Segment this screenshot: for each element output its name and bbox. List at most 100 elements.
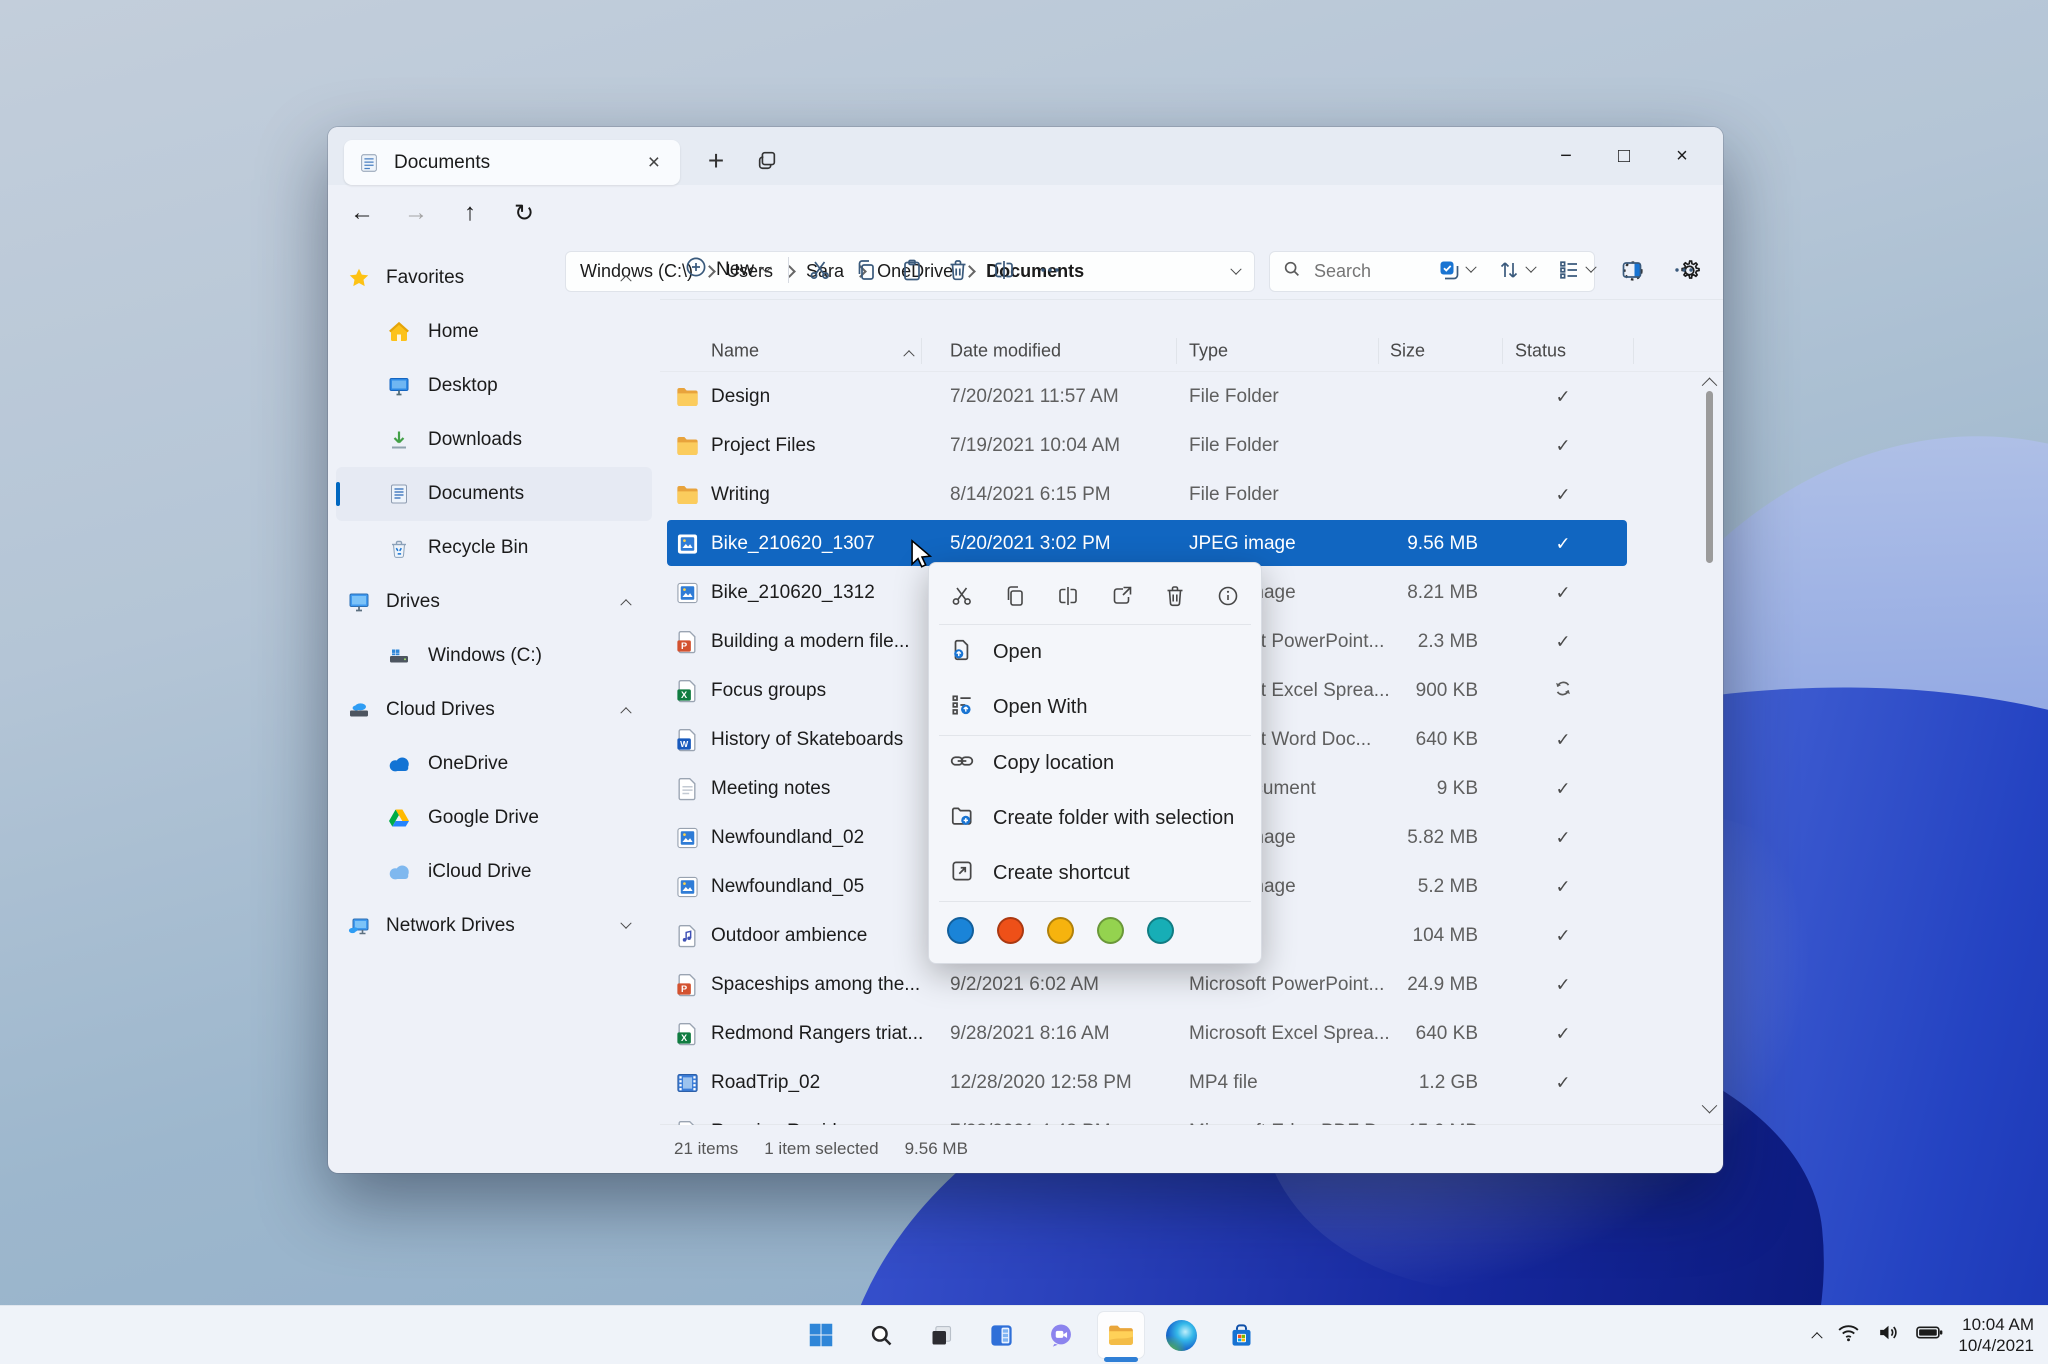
delete-button[interactable] bbox=[935, 248, 981, 292]
sidebar-section-network-drives[interactable]: Network Drives bbox=[336, 899, 652, 953]
rename-icon[interactable] bbox=[1045, 574, 1091, 618]
menu-item-create-folder[interactable]: Create folder with selection bbox=[929, 791, 1261, 846]
search-taskbar-icon[interactable] bbox=[858, 1312, 904, 1358]
file-row[interactable]: X Redmond Rangers triat... 9/28/2021 8:1… bbox=[660, 1009, 1723, 1058]
file-row[interactable]: Project Files 7/19/2021 10:04 AM File Fo… bbox=[660, 421, 1723, 470]
sidebar-section-favorites[interactable]: Favorites bbox=[336, 251, 652, 305]
more-options-icon[interactable] bbox=[1661, 248, 1707, 292]
up-icon[interactable]: ↑ bbox=[448, 193, 492, 233]
sidebar-item-desktop[interactable]: Desktop bbox=[336, 359, 652, 413]
new-tab-button[interactable]: + bbox=[696, 145, 736, 177]
file-row[interactable]: RoadTrip_02 12/28/2020 12:58 PM MP4 file… bbox=[660, 1058, 1723, 1107]
sidebar-section-drives[interactable]: Drives bbox=[336, 575, 652, 629]
minimize-button[interactable]: − bbox=[1537, 133, 1595, 179]
paste-button[interactable] bbox=[889, 248, 935, 292]
start-button[interactable] bbox=[798, 1312, 844, 1358]
column-divider[interactable] bbox=[1176, 338, 1177, 364]
column-header-type[interactable]: Type bbox=[1189, 341, 1228, 362]
file-size: 8.21 MB bbox=[1300, 582, 1478, 604]
rename-button[interactable] bbox=[981, 248, 1027, 292]
tab-list-icon[interactable] bbox=[756, 149, 778, 176]
file-type: File Folder bbox=[1189, 484, 1279, 506]
sidebar-item-home[interactable]: Home bbox=[336, 305, 652, 359]
details-pane-button[interactable] bbox=[1609, 248, 1655, 292]
hidden-icons-chevron[interactable] bbox=[1812, 1332, 1823, 1343]
sidebar-section-cloud-drives[interactable]: Cloud Drives bbox=[336, 683, 652, 737]
sidebar-item-onedrive[interactable]: OneDrive bbox=[336, 737, 652, 791]
sidebar-item-documents[interactable]: Documents bbox=[336, 467, 652, 521]
file-row[interactable]: P Spaceships among the... 9/2/2021 6:02 … bbox=[660, 960, 1723, 1009]
microsoft-store-icon[interactable] bbox=[1218, 1312, 1264, 1358]
tag-teal[interactable] bbox=[1147, 917, 1174, 944]
menu-item-open-with[interactable]: Open With bbox=[929, 680, 1261, 735]
column-header-size[interactable]: Size bbox=[1390, 341, 1425, 362]
chevron-up-icon[interactable] bbox=[620, 707, 631, 718]
svg-text:P: P bbox=[681, 641, 687, 651]
menu-item-copy-location[interactable]: Copy location bbox=[929, 736, 1261, 791]
widgets-icon[interactable] bbox=[978, 1312, 1024, 1358]
tag-green[interactable] bbox=[1097, 917, 1124, 944]
file-row[interactable]: Design 7/20/2021 11:57 AM File Folder ✓ bbox=[660, 372, 1723, 421]
view-button[interactable] bbox=[1549, 248, 1603, 292]
scrollbar[interactable] bbox=[1701, 375, 1718, 1120]
sidebar-item-windows-c[interactable]: Windows (C:) bbox=[336, 629, 652, 683]
file-row-selected[interactable]: Bike_210620_1307 5/20/2021 3:02 PM JPEG … bbox=[660, 519, 1723, 568]
clock[interactable]: 10:04 AM 10/4/2021 bbox=[1958, 1314, 2034, 1356]
sidebar-item-downloads[interactable]: Downloads bbox=[336, 413, 652, 467]
copy-icon[interactable] bbox=[992, 574, 1038, 618]
column-divider[interactable] bbox=[1378, 338, 1379, 364]
file-explorer-taskbar-icon[interactable] bbox=[1098, 1312, 1144, 1358]
tab-close-icon[interactable]: × bbox=[640, 149, 668, 177]
file-date: 8/14/2021 6:15 PM bbox=[950, 484, 1111, 506]
menu-item-label: Open bbox=[993, 641, 1042, 664]
select-all-button[interactable] bbox=[1429, 248, 1483, 292]
column-header-name[interactable]: Name bbox=[711, 341, 759, 362]
tab-documents[interactable]: Documents × bbox=[344, 140, 680, 185]
volume-icon[interactable] bbox=[1876, 1320, 1901, 1350]
chevron-up-icon[interactable] bbox=[620, 275, 631, 286]
tag-orange[interactable] bbox=[997, 917, 1024, 944]
refresh-icon[interactable]: ↻ bbox=[502, 193, 546, 233]
copy-button[interactable] bbox=[843, 248, 889, 292]
file-row[interactable]: Writing 8/14/2021 6:15 PM File Folder ✓ bbox=[660, 470, 1723, 519]
tab-title: Documents bbox=[394, 152, 640, 174]
chevron-down-icon[interactable] bbox=[620, 918, 631, 929]
cut-icon[interactable] bbox=[939, 574, 985, 618]
back-icon[interactable]: ← bbox=[340, 193, 384, 233]
recycle-bin-icon bbox=[386, 535, 412, 561]
scrollbar-thumb[interactable] bbox=[1706, 391, 1713, 563]
cut-button[interactable] bbox=[797, 248, 843, 292]
column-header-status[interactable]: Status bbox=[1515, 341, 1566, 362]
file-date: 5/20/2021 3:02 PM bbox=[950, 533, 1111, 555]
menu-item-create-shortcut[interactable]: Create shortcut bbox=[929, 846, 1261, 901]
column-divider[interactable] bbox=[1633, 338, 1634, 364]
tag-blue[interactable] bbox=[947, 917, 974, 944]
chevron-up-icon[interactable] bbox=[620, 599, 631, 610]
column-divider[interactable] bbox=[921, 338, 922, 364]
column-divider[interactable] bbox=[1502, 338, 1503, 364]
sidebar-item-icloud-drive[interactable]: iCloud Drive bbox=[336, 845, 652, 899]
more-options-icon[interactable] bbox=[1027, 248, 1073, 292]
task-view-icon[interactable] bbox=[918, 1312, 964, 1358]
close-button[interactable]: × bbox=[1653, 133, 1711, 179]
new-button[interactable]: New bbox=[674, 248, 780, 292]
wifi-icon[interactable] bbox=[1836, 1320, 1861, 1350]
delete-icon[interactable] bbox=[1152, 574, 1198, 618]
chat-icon[interactable] bbox=[1038, 1312, 1084, 1358]
forward-icon[interactable]: → bbox=[394, 193, 438, 233]
tag-yellow[interactable] bbox=[1047, 917, 1074, 944]
maximize-button[interactable]: □ bbox=[1595, 133, 1653, 179]
sidebar-item-label: Documents bbox=[428, 483, 524, 505]
sort-button[interactable] bbox=[1489, 248, 1543, 292]
menu-item-open[interactable]: Open bbox=[929, 625, 1261, 680]
column-header-date[interactable]: Date modified bbox=[950, 341, 1061, 362]
properties-icon[interactable] bbox=[1205, 574, 1251, 618]
powerpoint-file-icon: P bbox=[674, 971, 701, 998]
sidebar-item-recycle-bin[interactable]: Recycle Bin bbox=[336, 521, 652, 575]
share-icon[interactable] bbox=[1099, 574, 1145, 618]
file-row[interactable]: Running Rapids 7/28/2021 4:48 PM Microso… bbox=[660, 1107, 1723, 1125]
edge-icon[interactable] bbox=[1158, 1312, 1204, 1358]
battery-icon[interactable] bbox=[1916, 1325, 1943, 1345]
sidebar-item-google-drive[interactable]: Google Drive bbox=[336, 791, 652, 845]
scroll-down-icon[interactable] bbox=[1702, 1098, 1718, 1114]
